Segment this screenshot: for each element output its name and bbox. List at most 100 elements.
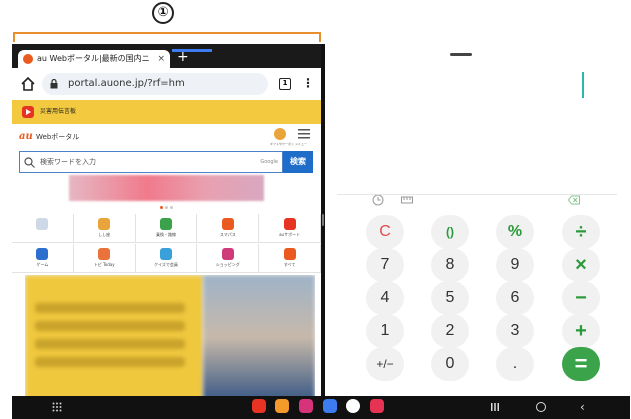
callout-number: ① bbox=[152, 2, 174, 24]
url-text: portal.auone.jp/?rf=hm bbox=[68, 78, 185, 89]
tab-title: au Webポータル|最新の国内ニ bbox=[37, 54, 150, 63]
ad-left-panel bbox=[25, 275, 203, 396]
lock-icon bbox=[50, 79, 58, 89]
browser-tab[interactable]: au Webポータル|最新の国内ニ × bbox=[18, 50, 170, 68]
grid-item-topics[interactable]: トピ Today bbox=[73, 243, 136, 273]
search-input[interactable]: 検索ワードを入力 Google bbox=[19, 151, 283, 173]
recent-apps-icon[interactable] bbox=[490, 402, 500, 412]
url-field[interactable]: portal.auone.jp/?rf=hm bbox=[42, 73, 268, 95]
digit-1-key[interactable]: 1 bbox=[366, 314, 404, 348]
ad-photo bbox=[203, 275, 315, 396]
clear-key[interactable]: C bbox=[366, 215, 404, 249]
disaster-banner-label: 災害用伝言板 bbox=[40, 108, 77, 115]
grid-item-au-support[interactable]: auサポート bbox=[259, 214, 321, 243]
digit-7-key[interactable]: 7 bbox=[366, 248, 404, 282]
grid-item-smapass[interactable]: スマパス bbox=[197, 214, 260, 243]
window-drag-handle[interactable] bbox=[450, 53, 472, 56]
game-icon bbox=[36, 247, 49, 260]
grid-item-label: トピ Today bbox=[93, 261, 115, 267]
au-logo[interactable]: au bbox=[19, 131, 33, 143]
grid-item-label: しし座 bbox=[98, 232, 111, 237]
multiply-key[interactable]: × bbox=[562, 248, 600, 282]
calculator-display[interactable] bbox=[325, 44, 630, 194]
ad-text-line bbox=[35, 303, 185, 313]
hamburger-menu-icon[interactable] bbox=[298, 129, 310, 139]
au-favicon-icon bbox=[23, 54, 33, 64]
dock-app-chrome-icon[interactable] bbox=[346, 399, 360, 413]
divider-handle[interactable] bbox=[322, 214, 324, 226]
digit-3-key[interactable]: 3 bbox=[496, 314, 534, 348]
portal-header: au Webポータル ギフトやクーポン メニュー bbox=[12, 124, 321, 150]
decimal-key[interactable]: . bbox=[496, 347, 534, 381]
browser-tab-bar: au Webポータル|最新の国内ニ × + bbox=[12, 44, 321, 68]
apps-grid-icon[interactable] bbox=[52, 402, 62, 412]
topics-icon bbox=[98, 247, 111, 260]
digit-8-key[interactable]: 8 bbox=[431, 248, 469, 282]
google-label: Google bbox=[260, 159, 278, 165]
navigation-bar: ‹ bbox=[12, 396, 630, 419]
home-icon[interactable] bbox=[20, 76, 36, 92]
tab-switcher-button[interactable]: 1 bbox=[279, 78, 291, 90]
digit-5-key[interactable]: 5 bbox=[431, 281, 469, 315]
grid-item-quiz[interactable]: クイズで会員 bbox=[135, 243, 198, 273]
digit-9-key[interactable]: 9 bbox=[496, 248, 534, 282]
parentheses-key[interactable]: () bbox=[431, 215, 469, 249]
banner-pager bbox=[160, 206, 176, 210]
digit-2-key[interactable]: 2 bbox=[431, 314, 469, 348]
shortcut-grid: しし座 乗換・路線 スマパス auサポートゲーム トピ Today クイズで会員 ショッピン… bbox=[12, 214, 321, 273]
new-tab-button[interactable]: + bbox=[177, 50, 189, 64]
pager-dot bbox=[165, 206, 168, 209]
horoscope-icon bbox=[98, 218, 111, 230]
calculator-separator bbox=[337, 194, 617, 195]
callout-bracket bbox=[13, 32, 321, 42]
grid-item-label: すべて bbox=[283, 261, 296, 267]
search-placeholder: 検索ワードを入力 bbox=[40, 157, 96, 166]
portal-title: Webポータル bbox=[36, 133, 80, 141]
grid-item-transit[interactable]: 乗換・路線 bbox=[135, 214, 198, 243]
grid-item-account[interactable] bbox=[12, 214, 74, 243]
browser-menu-icon[interactable]: ⋮ bbox=[302, 76, 314, 90]
add-key[interactable]: + bbox=[562, 314, 600, 348]
dock-app-files-icon[interactable] bbox=[275, 399, 289, 413]
digit-6-key[interactable]: 6 bbox=[496, 281, 534, 315]
history-icon[interactable] bbox=[372, 194, 384, 206]
ad-text-line bbox=[35, 357, 185, 367]
portal-search: 検索ワードを入力 Google 検索 bbox=[19, 151, 313, 173]
grid-item-game[interactable]: ゲーム bbox=[12, 243, 74, 273]
divide-key[interactable]: ÷ bbox=[562, 215, 600, 249]
shopping-icon bbox=[221, 247, 234, 260]
promo-banner[interactable] bbox=[69, 175, 264, 201]
equals-key[interactable]: = bbox=[562, 347, 600, 381]
ad-image[interactable] bbox=[25, 275, 315, 396]
close-tab-icon[interactable]: × bbox=[157, 54, 165, 64]
gift-icon[interactable] bbox=[274, 128, 286, 140]
pager-dot bbox=[160, 206, 163, 209]
unit-converter-icon[interactable] bbox=[401, 195, 413, 205]
quiz-icon bbox=[159, 247, 172, 260]
home-button-icon[interactable] bbox=[536, 402, 546, 412]
grid-item-horoscope[interactable]: しし座 bbox=[73, 214, 136, 243]
percent-key[interactable]: % bbox=[496, 215, 534, 249]
grid-item-all[interactable]: すべて bbox=[259, 243, 321, 273]
backspace-icon[interactable] bbox=[568, 195, 580, 205]
back-icon[interactable]: ‹ bbox=[580, 401, 585, 413]
digit-0-key[interactable]: 0 bbox=[431, 347, 469, 381]
browser-window: au Webポータル|最新の国内ニ × + portal.auone.jp/?r… bbox=[12, 44, 321, 396]
ad-text-line bbox=[35, 339, 185, 349]
au-support-icon bbox=[283, 218, 296, 230]
dock-app-gallery-icon[interactable] bbox=[299, 399, 313, 413]
sign-key[interactable]: +/− bbox=[366, 347, 404, 381]
calculator-window: C ()% ÷ 7 8 9 × 4 5 6− 1 2 3 + +/− 0. = bbox=[325, 44, 630, 396]
smapass-icon bbox=[221, 218, 234, 230]
dock-app-messages-icon[interactable] bbox=[323, 399, 337, 413]
dock-app-camera-icon[interactable] bbox=[370, 399, 384, 413]
search-button[interactable]: 検索 bbox=[283, 151, 313, 173]
search-icon bbox=[24, 156, 35, 168]
subtract-key[interactable]: − bbox=[562, 281, 600, 315]
pager-dot bbox=[170, 206, 173, 209]
text-cursor bbox=[582, 72, 584, 98]
grid-item-shopping[interactable]: ショッピング bbox=[197, 243, 260, 273]
digit-4-key[interactable]: 4 bbox=[366, 281, 404, 315]
disaster-message-banner[interactable]: 災害用伝言板 bbox=[12, 100, 321, 124]
dock-app-flipboard-icon[interactable] bbox=[252, 399, 266, 413]
